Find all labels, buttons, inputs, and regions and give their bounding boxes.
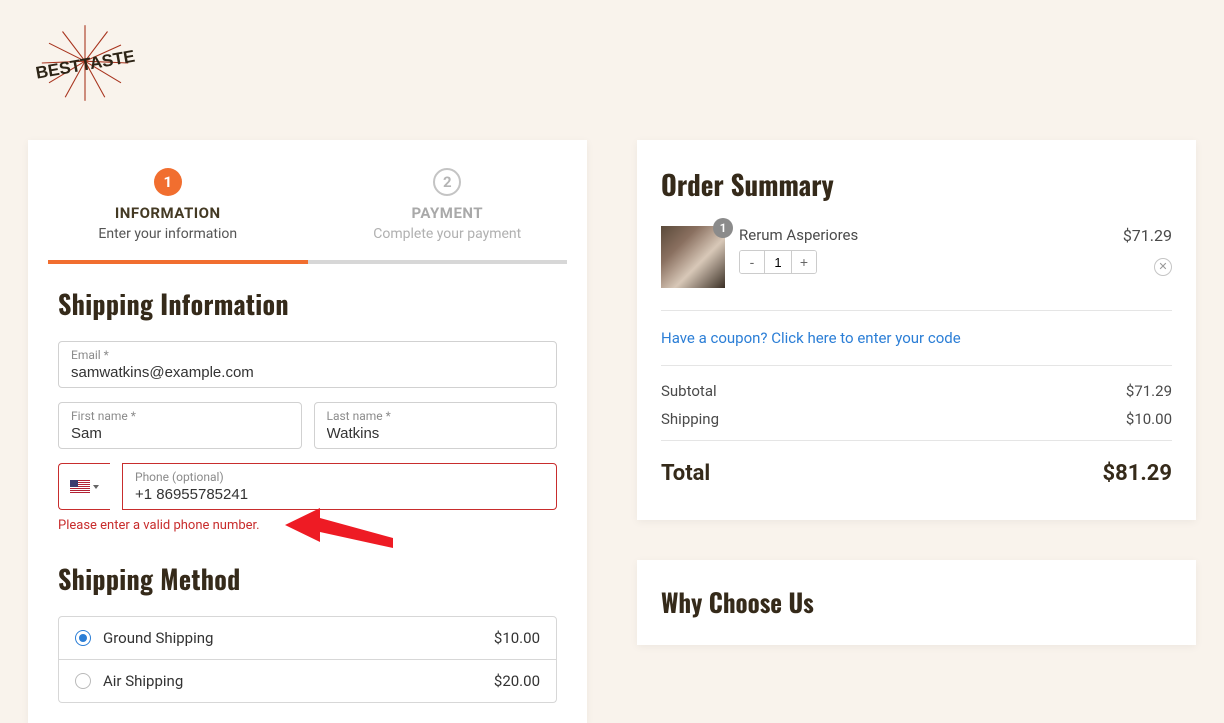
phone-label: Phone (optional) xyxy=(135,470,544,484)
chevron-down-icon xyxy=(93,485,99,489)
step-number: 1 xyxy=(154,168,182,196)
total-label: Total xyxy=(661,461,710,486)
product-name: Rerum Asperiores xyxy=(739,226,1109,244)
order-summary-heading: Order Summary xyxy=(661,164,1172,204)
product-thumbnail: 1 xyxy=(661,226,725,288)
shipping-info-heading: Shipping Information xyxy=(58,284,557,323)
qty-badge: 1 xyxy=(713,218,733,238)
firstname-field-wrap[interactable]: First name * xyxy=(58,402,302,449)
step-information[interactable]: 1 INFORMATION Enter your information xyxy=(28,140,308,260)
shipping-option-label: Ground Shipping xyxy=(103,629,213,647)
us-flag-icon xyxy=(70,480,90,493)
radio-icon xyxy=(75,673,91,689)
subtotal-value: $71.29 xyxy=(1126,382,1172,400)
shipping-value: $10.00 xyxy=(1126,410,1172,428)
shipping-option-ground[interactable]: Ground Shipping $10.00 xyxy=(58,616,557,660)
remove-item-button[interactable]: ✕ xyxy=(1154,258,1172,276)
shipping-option-label: Air Shipping xyxy=(103,672,183,690)
phone-error-message: Please enter a valid phone number. xyxy=(58,518,557,533)
total-value: $81.29 xyxy=(1103,461,1173,486)
email-field[interactable] xyxy=(71,364,544,381)
phone-field-wrap[interactable]: Phone (optional) xyxy=(122,463,557,510)
step-payment[interactable]: 2 PAYMENT Complete your payment xyxy=(308,140,588,260)
shipping-label: Shipping xyxy=(661,410,719,428)
qty-increase-button[interactable]: + xyxy=(792,251,816,273)
email-label: Email * xyxy=(71,348,544,362)
progress-bar xyxy=(48,260,567,264)
shipping-option-price: $20.00 xyxy=(494,672,540,690)
firstname-field[interactable] xyxy=(71,425,289,442)
shipping-option-price: $10.00 xyxy=(494,629,540,647)
step-title: INFORMATION xyxy=(38,204,298,222)
shipping-method-heading: Shipping Method xyxy=(58,559,557,598)
why-choose-us-panel: Why Choose Us xyxy=(637,560,1196,645)
lastname-field-wrap[interactable]: Last name * xyxy=(314,402,558,449)
radio-icon xyxy=(75,630,91,646)
phone-field[interactable] xyxy=(135,486,544,503)
step-subtitle: Complete your payment xyxy=(318,226,578,242)
qty-decrease-button[interactable]: - xyxy=(740,251,764,273)
qty-input[interactable] xyxy=(764,251,792,273)
firstname-label: First name * xyxy=(71,409,289,423)
step-number: 2 xyxy=(433,168,461,196)
step-title: PAYMENT xyxy=(318,204,578,222)
order-summary-panel: Order Summary 1 Rerum Asperiores - + $71… xyxy=(637,140,1196,520)
email-field-wrap[interactable]: Email * xyxy=(58,341,557,388)
brand-logo: BESTTASTE xyxy=(30,18,140,108)
subtotal-label: Subtotal xyxy=(661,382,717,400)
why-choose-us-heading: Why Choose Us xyxy=(661,584,1172,621)
product-price: $71.29 xyxy=(1123,226,1172,245)
lastname-label: Last name * xyxy=(327,409,545,423)
shipping-option-air[interactable]: Air Shipping $20.00 xyxy=(58,660,557,703)
quantity-stepper: - + xyxy=(739,250,817,274)
checkout-form-panel: 1 INFORMATION Enter your information 2 P… xyxy=(28,140,587,723)
coupon-toggle-link[interactable]: Have a coupon? Click here to enter your … xyxy=(661,311,1172,366)
lastname-field[interactable] xyxy=(327,425,545,442)
phone-country-selector[interactable] xyxy=(58,463,110,510)
step-subtitle: Enter your information xyxy=(38,226,298,242)
order-item-row: 1 Rerum Asperiores - + $71.29 ✕ xyxy=(661,226,1172,311)
checkout-steps: 1 INFORMATION Enter your information 2 P… xyxy=(28,140,587,260)
